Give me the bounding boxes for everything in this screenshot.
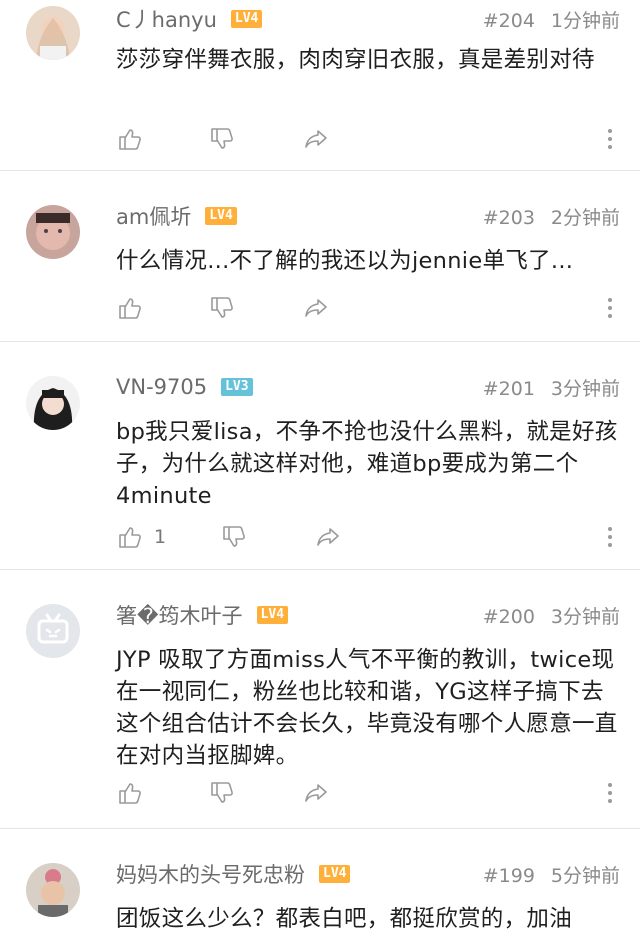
avatar[interactable] <box>26 863 80 917</box>
like-icon[interactable] <box>116 294 144 322</box>
username[interactable]: 妈妈木的头号死忠粉 <box>116 859 305 889</box>
like-icon[interactable] <box>116 125 144 153</box>
floor-number: #204 <box>482 9 535 32</box>
like-icon[interactable] <box>116 523 144 551</box>
share-icon[interactable] <box>302 294 330 322</box>
floor-number: #199 <box>482 864 535 887</box>
comment-text: JYP 吸取了方面miss人气不平衡的教训，twice现在一视同仁，粉丝也比较和… <box>116 647 618 769</box>
timestamp: 3分钟前 <box>550 377 620 400</box>
timestamp: 5分钟前 <box>550 864 620 887</box>
share-icon[interactable] <box>302 779 330 807</box>
dislike-icon[interactable] <box>208 779 236 807</box>
comment-item: am佩圻 LV4 #203 2分钟前 什么情况...不了解的我还以为jennie单… <box>0 171 640 342</box>
like-icon[interactable] <box>116 779 144 807</box>
username[interactable]: C丿hanyu <box>116 4 217 34</box>
comment-item: VN-9705 LV3 #201 3分钟前 bp我只爱lisa，不争不抢也没什么黑… <box>0 342 640 570</box>
avatar[interactable] <box>26 376 80 430</box>
more-options-icon[interactable] <box>606 783 614 803</box>
level-badge: LV4 <box>319 865 351 883</box>
timestamp: 3分钟前 <box>550 605 620 628</box>
timestamp: 2分钟前 <box>550 206 620 229</box>
comment-text: bp我只爱lisa，不争不抢也没什么黑料，就是好孩子，为什么就这样对他，难道bp… <box>116 419 618 509</box>
dislike-icon[interactable] <box>208 294 236 322</box>
more-options-icon[interactable] <box>606 527 614 547</box>
more-options-icon[interactable] <box>606 298 614 318</box>
level-badge: LV4 <box>230 10 263 28</box>
like-count: 1 <box>154 526 167 548</box>
comment-item: 妈妈木的头号死忠粉 LV4 #199 5分钟前 团饭这么少么？都表白吧，都挺欣赏的… <box>0 829 640 949</box>
floor-number: #200 <box>482 605 535 628</box>
comment-item: 箸�筠木叶子 LV4 #200 3分钟前 JYP 吸取了方面miss人气不平衡的教… <box>0 570 640 829</box>
comment-item: C丿hanyu LV4 #204 1分钟前 莎莎穿伴舞衣服，肉肉穿旧衣服，真是差别… <box>0 0 640 171</box>
level-badge: LV4 <box>256 606 289 624</box>
level-badge: LV3 <box>221 378 253 396</box>
username[interactable]: VN-9705 <box>116 375 207 399</box>
floor-number: #203 <box>482 206 535 229</box>
username[interactable]: 箸�筠木叶子 <box>116 600 243 630</box>
floor-number: #201 <box>482 377 535 400</box>
comment-text: 莎莎穿伴舞衣服，肉肉穿旧衣服，真是差别对待 <box>116 47 595 73</box>
timestamp: 1分钟前 <box>550 9 620 32</box>
comment-text: 什么情况...不了解的我还以为jennie单飞了... <box>116 248 574 274</box>
username[interactable]: am佩圻 <box>116 201 191 231</box>
share-icon[interactable] <box>314 523 342 551</box>
avatar[interactable] <box>26 6 80 60</box>
share-icon[interactable] <box>302 125 330 153</box>
comment-text: 团饭这么少么？都表白吧，都挺欣赏的，加油 <box>116 906 573 932</box>
avatar[interactable] <box>26 205 80 259</box>
more-options-icon[interactable] <box>606 129 614 149</box>
dislike-icon[interactable] <box>208 125 236 153</box>
level-badge: LV4 <box>205 207 237 225</box>
dislike-icon[interactable] <box>220 523 248 551</box>
avatar[interactable] <box>26 604 80 658</box>
